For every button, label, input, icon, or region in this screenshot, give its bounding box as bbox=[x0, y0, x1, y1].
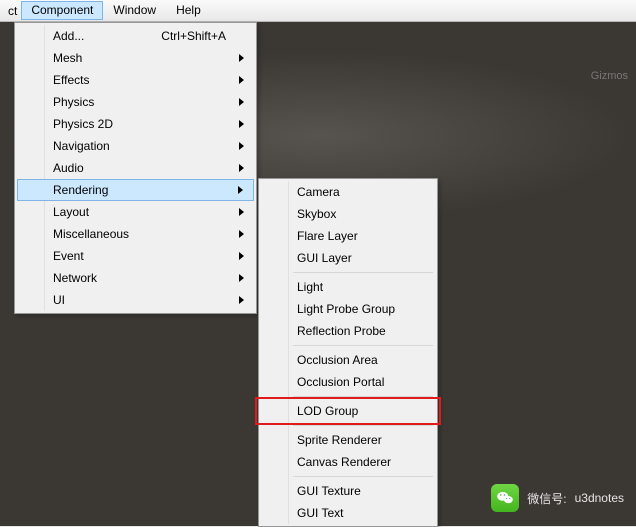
submenu-arrow-icon bbox=[239, 120, 244, 128]
menu-separator bbox=[293, 396, 433, 397]
menu-item-lod-group[interactable]: LOD Group bbox=[261, 400, 435, 422]
menu-item-label: Sprite Renderer bbox=[297, 433, 382, 447]
menu-item-gui-layer[interactable]: GUI Layer bbox=[261, 247, 435, 269]
menu-item-label: GUI Layer bbox=[297, 251, 352, 265]
menu-item-label: Effects bbox=[53, 73, 89, 87]
menu-item-label: Navigation bbox=[53, 139, 110, 153]
menu-item-sprite-renderer[interactable]: Sprite Renderer bbox=[261, 429, 435, 451]
menu-item-light-probe-group[interactable]: Light Probe Group bbox=[261, 298, 435, 320]
menu-item-network[interactable]: Network bbox=[17, 267, 254, 289]
menu-item-audio[interactable]: Audio bbox=[17, 157, 254, 179]
menu-item-shortcut: Ctrl+Shift+A bbox=[161, 29, 226, 43]
menu-item-label: Physics 2D bbox=[53, 117, 113, 131]
menubar-item-component[interactable]: Component bbox=[21, 1, 103, 20]
menu-item-label: Light Probe Group bbox=[297, 302, 395, 316]
menu-item-occlusion-area[interactable]: Occlusion Area bbox=[261, 349, 435, 371]
menu-item-miscellaneous[interactable]: Miscellaneous bbox=[17, 223, 254, 245]
menu-item-label: Add... bbox=[53, 29, 84, 43]
submenu-arrow-icon bbox=[239, 274, 244, 282]
menu-item-label: Occlusion Area bbox=[297, 353, 378, 367]
menubar-item-window[interactable]: Window bbox=[103, 1, 166, 20]
menu-item-label: Occlusion Portal bbox=[297, 375, 384, 389]
menu-item-event[interactable]: Event bbox=[17, 245, 254, 267]
menu-item-label: Canvas Renderer bbox=[297, 455, 391, 469]
menu-item-label: Physics bbox=[53, 95, 94, 109]
menu-item-reflection-probe[interactable]: Reflection Probe bbox=[261, 320, 435, 342]
gizmos-label: Gizmos bbox=[591, 70, 628, 82]
menu-item-effects[interactable]: Effects bbox=[17, 69, 254, 91]
menu-item-navigation[interactable]: Navigation bbox=[17, 135, 254, 157]
menu-item-physics[interactable]: Physics bbox=[17, 91, 254, 113]
menu-item-add[interactable]: Add... Ctrl+Shift+A bbox=[17, 25, 254, 47]
submenu-arrow-icon bbox=[239, 164, 244, 172]
menu-separator bbox=[293, 345, 433, 346]
submenu-arrow-icon bbox=[239, 142, 244, 150]
menu-item-camera[interactable]: Camera bbox=[261, 181, 435, 203]
menubar: ct Component Window Help bbox=[0, 0, 636, 22]
menu-item-canvas-renderer[interactable]: Canvas Renderer bbox=[261, 451, 435, 473]
menu-component: Add... Ctrl+Shift+A Mesh Effects Physics Phys… bbox=[14, 22, 257, 314]
menu-item-physics-2d[interactable]: Physics 2D bbox=[17, 113, 254, 135]
submenu-arrow-icon bbox=[239, 54, 244, 62]
submenu-arrow-icon bbox=[238, 186, 243, 194]
menu-item-skybox[interactable]: Skybox bbox=[261, 203, 435, 225]
watermark: 微信号: u3dnotes bbox=[491, 484, 624, 512]
wechat-icon bbox=[491, 484, 519, 512]
menu-item-label: LOD Group bbox=[297, 404, 358, 418]
submenu-arrow-icon bbox=[239, 76, 244, 84]
menubar-leading-fragment: ct bbox=[4, 4, 21, 18]
submenu-arrow-icon bbox=[239, 296, 244, 304]
menu-item-label: Miscellaneous bbox=[53, 227, 129, 241]
menu-separator bbox=[293, 272, 433, 273]
menu-item-label: GUI Text bbox=[297, 506, 343, 520]
menu-item-label: Flare Layer bbox=[297, 229, 358, 243]
menu-item-ui[interactable]: UI bbox=[17, 289, 254, 311]
submenu-arrow-icon bbox=[239, 252, 244, 260]
menu-item-rendering[interactable]: Rendering bbox=[17, 179, 254, 201]
menu-item-label: Event bbox=[53, 249, 84, 263]
watermark-prefix: 微信号: bbox=[527, 490, 566, 507]
menu-item-label: Rendering bbox=[53, 183, 108, 197]
menu-item-flare-layer[interactable]: Flare Layer bbox=[261, 225, 435, 247]
submenu-arrow-icon bbox=[239, 230, 244, 238]
menu-item-label: Mesh bbox=[53, 51, 82, 65]
menu-item-label: Skybox bbox=[297, 207, 336, 221]
menu-item-label: UI bbox=[53, 293, 65, 307]
menu-item-gui-text[interactable]: GUI Text bbox=[261, 502, 435, 524]
menu-item-layout[interactable]: Layout bbox=[17, 201, 254, 223]
menu-item-label: Camera bbox=[297, 185, 340, 199]
menu-separator bbox=[293, 476, 433, 477]
menu-rendering: Camera Skybox Flare Layer GUI Layer Light Lig… bbox=[258, 178, 438, 527]
submenu-arrow-icon bbox=[239, 98, 244, 106]
submenu-arrow-icon bbox=[239, 208, 244, 216]
menu-item-gui-texture[interactable]: GUI Texture bbox=[261, 480, 435, 502]
menu-item-label: Network bbox=[53, 271, 97, 285]
menu-item-light[interactable]: Light bbox=[261, 276, 435, 298]
menu-item-label: Reflection Probe bbox=[297, 324, 386, 338]
menu-item-label: GUI Texture bbox=[297, 484, 361, 498]
menu-item-occlusion-portal[interactable]: Occlusion Portal bbox=[261, 371, 435, 393]
menu-item-mesh[interactable]: Mesh bbox=[17, 47, 254, 69]
menubar-item-help[interactable]: Help bbox=[166, 1, 211, 20]
menu-item-label: Audio bbox=[53, 161, 84, 175]
watermark-id: u3dnotes bbox=[575, 491, 624, 505]
menu-item-label: Light bbox=[297, 280, 323, 294]
menu-separator bbox=[293, 425, 433, 426]
menu-item-label: Layout bbox=[53, 205, 89, 219]
